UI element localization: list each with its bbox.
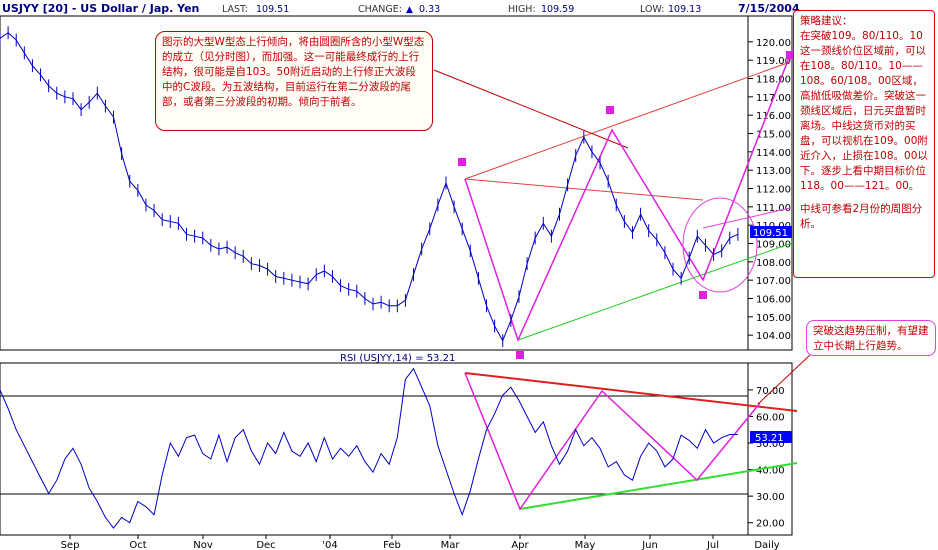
time-tick-label: Jun xyxy=(641,540,658,550)
high-label: HIGH: xyxy=(508,4,536,15)
last-value: 109.51 xyxy=(256,4,289,15)
price-tick-label: 108.00 xyxy=(756,258,791,269)
price-tick-label: 116.00 xyxy=(756,111,791,122)
time-tick-label: Nov xyxy=(193,540,213,550)
time-tick-label: Dec xyxy=(256,540,275,550)
price-tick-label: 112.00 xyxy=(756,185,791,196)
rsi-tick-label: 70.00 xyxy=(756,386,785,397)
price-tick-label: 113.00 xyxy=(756,166,791,177)
change-label: CHANGE: xyxy=(358,4,402,15)
time-tick-label: Oct xyxy=(129,540,146,550)
high-value: 109.59 xyxy=(541,4,574,15)
time-tick-label: Daily xyxy=(754,540,779,550)
rsi-title: RSI (USJYY,14) = 53.21 xyxy=(340,353,455,364)
price-tick-label: 114.00 xyxy=(756,148,791,159)
strategy-footer: 中线可参看2月份的周图分析。 xyxy=(800,203,923,230)
rsi-commentary-text: 突破这趋势压制，有望建立中长期上行趋势。 xyxy=(813,325,929,352)
strategy-title: 策略建议： xyxy=(800,15,853,27)
marker-may xyxy=(606,106,614,114)
marker-mar xyxy=(458,158,466,166)
symbol-title: USJYY [20] - US Dollar / Jap. Yen xyxy=(2,2,199,15)
change-arrow-icon: ▲ xyxy=(406,5,413,15)
main-commentary-text: 图示的大型W型态上行倾向，将由圆圈所含的小型W型态的成立（见分时图），而加强。这… xyxy=(162,36,425,108)
rsi-tick-label: 60.00 xyxy=(756,412,785,423)
rsi-tick-label: 20.00 xyxy=(756,519,785,530)
marker-apr xyxy=(516,351,524,359)
time-tick-label: '04 xyxy=(322,540,337,550)
date-value: 7/15/2004 xyxy=(738,2,800,15)
change-value: 0.33 xyxy=(419,4,440,15)
rsi-panel xyxy=(0,362,793,536)
low-value: 109.13 xyxy=(668,4,701,15)
time-tick-label: Mar xyxy=(441,540,461,550)
price-last-label: 109.51 xyxy=(753,228,788,239)
time-axis-ticks: Sep Oct Nov Dec '04 Feb Mar Apr May Jun Jul Daily xyxy=(61,535,780,550)
rsi-last-label: 53.21 xyxy=(755,433,784,444)
rsi-commentary-note: 突破这趋势压制，有望建立中长期上行趋势。 xyxy=(806,320,936,356)
time-tick-label: Apr xyxy=(511,540,529,550)
price-tick-label: 105.00 xyxy=(756,313,791,324)
last-label: LAST: xyxy=(222,4,248,15)
time-tick-label: Feb xyxy=(383,540,401,550)
header-bar: USJYY [20] - US Dollar / Jap. Yen LAST: … xyxy=(2,2,800,15)
strategy-body: 在突破109。80/110。10这一颈线价位区域前，可以在108。80/110。… xyxy=(800,30,928,192)
strategy-note: 策略建议： 在突破109。80/110。10这一颈线价位区域前，可以在108。8… xyxy=(793,10,935,278)
time-tick-label: May xyxy=(575,540,596,550)
price-tick-label: 118.00 xyxy=(756,75,791,86)
price-tick-label: 107.00 xyxy=(756,276,791,287)
rsi-tick-label: 30.00 xyxy=(756,492,785,503)
main-commentary-note: 图示的大型W型态上行倾向，将由圆圈所含的小型W型态的成立（见分时图），而加强。这… xyxy=(155,31,433,131)
time-tick-label: Jul xyxy=(706,540,719,550)
low-label: LOW: xyxy=(640,4,664,15)
price-tick-label: 106.00 xyxy=(756,295,791,306)
time-tick-label: Sep xyxy=(61,540,80,550)
price-tick-label: 104.00 xyxy=(756,331,791,342)
marker-jun xyxy=(699,291,707,299)
price-tick-label: 120.00 xyxy=(756,38,791,49)
